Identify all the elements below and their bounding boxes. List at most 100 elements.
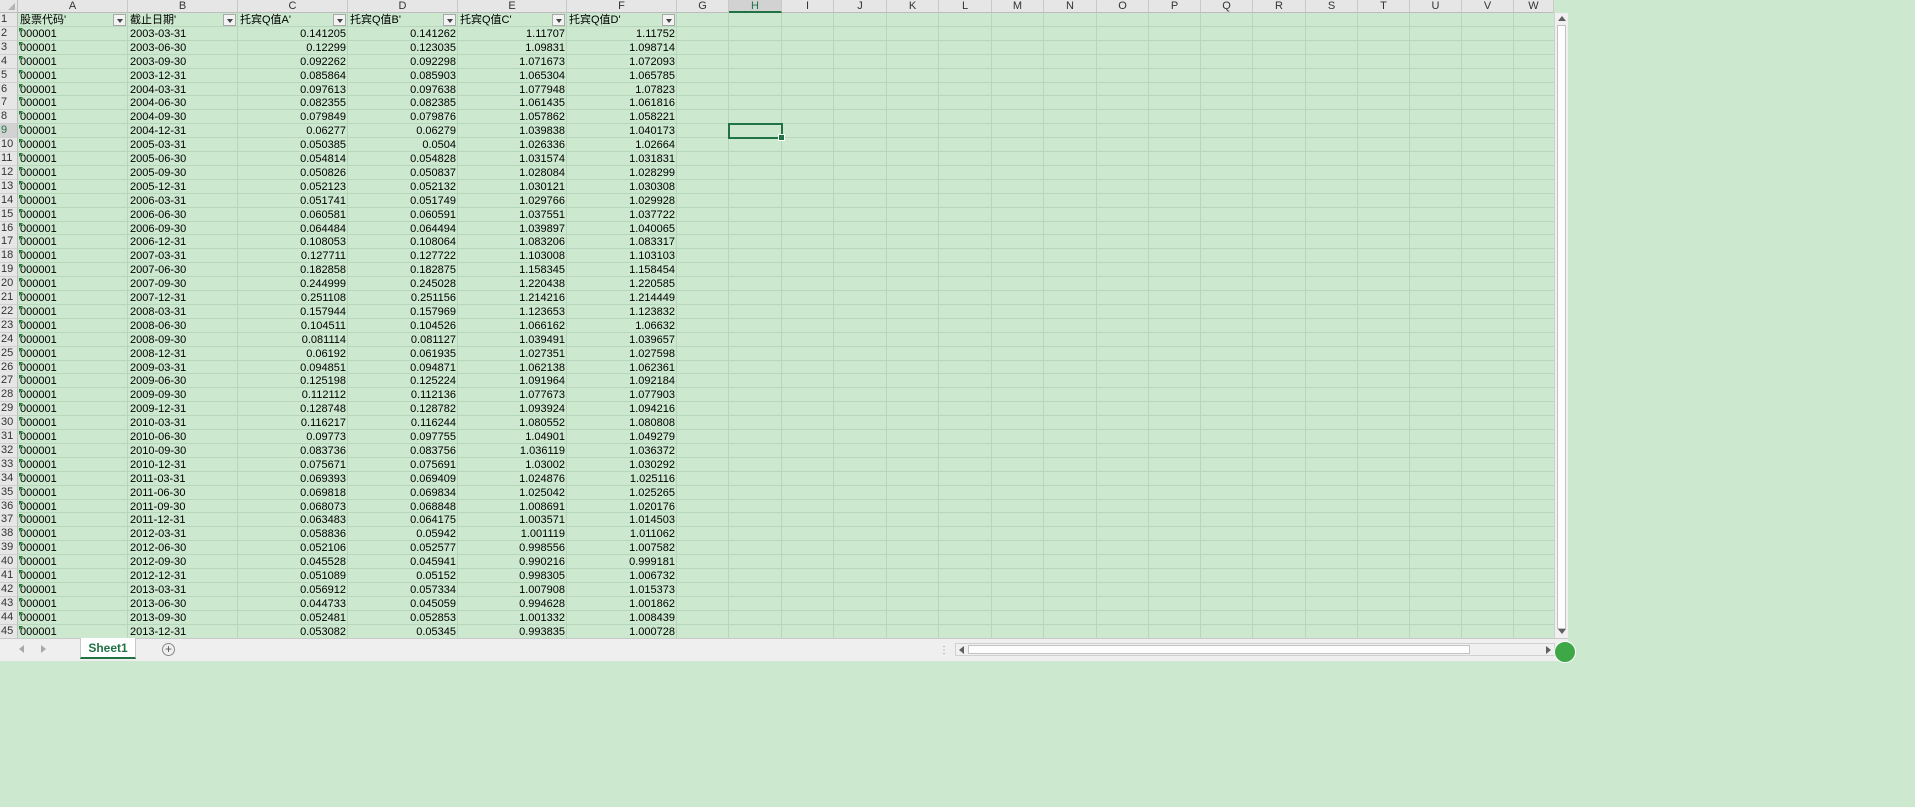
stock-code-cell[interactable]: 000001 <box>18 138 128 152</box>
tobin-q-d-cell[interactable]: 1.11752 <box>567 27 677 41</box>
tobin-q-d-cell[interactable]: 1.158454 <box>567 263 677 277</box>
tobin-q-c-cell[interactable]: 1.080552 <box>458 416 567 430</box>
date-cell[interactable]: 2004-09-30 <box>128 110 238 124</box>
tobin-q-a-cell[interactable]: 0.104511 <box>238 319 348 333</box>
tobin-q-d-cell[interactable]: 1.058221 <box>567 110 677 124</box>
stock-code-cell[interactable]: 000001 <box>18 513 128 527</box>
tobin-q-c-cell[interactable]: 1.066162 <box>458 319 567 333</box>
tobin-q-d-cell[interactable]: 1.008439 <box>567 611 677 625</box>
date-cell[interactable]: 2009-06-30 <box>128 374 238 388</box>
date-cell[interactable]: 2010-06-30 <box>128 430 238 444</box>
tobin-q-a-cell[interactable]: 0.182858 <box>238 263 348 277</box>
stock-code-cell[interactable]: 000001 <box>18 611 128 625</box>
tobin-q-d-cell[interactable]: 1.011062 <box>567 527 677 541</box>
column-header[interactable]: W <box>1514 0 1554 13</box>
stock-code-cell[interactable]: 000001 <box>18 305 128 319</box>
tobin-q-a-cell[interactable]: 0.050826 <box>238 166 348 180</box>
column-title-cell[interactable]: 托宾Q值C' <box>458 13 567 27</box>
column-header[interactable]: T <box>1358 0 1410 13</box>
date-cell[interactable]: 2010-09-30 <box>128 444 238 458</box>
date-cell[interactable]: 2011-03-31 <box>128 472 238 486</box>
tobin-q-b-cell[interactable]: 0.081127 <box>348 333 458 347</box>
stock-code-cell[interactable]: 000001 <box>18 402 128 416</box>
tobin-q-a-cell[interactable]: 0.075671 <box>238 458 348 472</box>
date-cell[interactable]: 2005-09-30 <box>128 166 238 180</box>
stock-code-cell[interactable]: 000001 <box>18 263 128 277</box>
tobin-q-d-cell[interactable]: 1.094216 <box>567 402 677 416</box>
tobin-q-b-cell[interactable]: 0.112136 <box>348 388 458 402</box>
tobin-q-c-cell[interactable]: 1.039838 <box>458 124 567 138</box>
row-header[interactable]: 1 <box>0 13 18 27</box>
tobin-q-a-cell[interactable]: 0.112112 <box>238 388 348 402</box>
column-header[interactable]: R <box>1253 0 1306 13</box>
stock-code-cell[interactable]: 000001 <box>18 110 128 124</box>
row-header[interactable]: 19 <box>0 263 18 278</box>
tobin-q-c-cell[interactable]: 1.026336 <box>458 138 567 152</box>
tobin-q-b-cell[interactable]: 0.05345 <box>348 625 458 639</box>
tobin-q-b-cell[interactable]: 0.054828 <box>348 152 458 166</box>
row-header[interactable]: 43 <box>0 596 18 611</box>
tobin-q-a-cell[interactable]: 0.06277 <box>238 124 348 138</box>
column-header[interactable]: H <box>729 0 782 13</box>
tobin-q-a-cell[interactable]: 0.085864 <box>238 69 348 83</box>
row-header[interactable]: 45 <box>0 624 18 639</box>
tobin-q-b-cell[interactable]: 0.128782 <box>348 402 458 416</box>
tobin-q-d-cell[interactable]: 1.083317 <box>567 235 677 249</box>
row-header[interactable]: 9 <box>0 124 18 139</box>
stock-code-cell[interactable]: 000001 <box>18 374 128 388</box>
tobin-q-c-cell[interactable]: 1.025042 <box>458 486 567 500</box>
tobin-q-c-cell[interactable]: 1.077948 <box>458 83 567 97</box>
tobin-q-b-cell[interactable]: 0.052132 <box>348 180 458 194</box>
row-header[interactable]: 25 <box>0 346 18 361</box>
vertical-scrollbar[interactable] <box>1554 13 1568 638</box>
tobin-q-d-cell[interactable]: 0.999181 <box>567 555 677 569</box>
tobin-q-a-cell[interactable]: 0.064484 <box>238 222 348 236</box>
date-cell[interactable]: 2012-06-30 <box>128 541 238 555</box>
tobin-q-d-cell[interactable]: 1.031831 <box>567 152 677 166</box>
column-header[interactable]: Q <box>1201 0 1253 13</box>
date-cell[interactable]: 2003-12-31 <box>128 69 238 83</box>
date-cell[interactable]: 2007-09-30 <box>128 277 238 291</box>
filter-dropdown-icon[interactable] <box>113 14 126 26</box>
stock-code-cell[interactable]: 000001 <box>18 83 128 97</box>
tobin-q-a-cell[interactable]: 0.051089 <box>238 569 348 583</box>
tobin-q-b-cell[interactable]: 0.097638 <box>348 83 458 97</box>
tobin-q-b-cell[interactable]: 0.079876 <box>348 110 458 124</box>
tobin-q-d-cell[interactable]: 1.040173 <box>567 124 677 138</box>
tobin-q-c-cell[interactable]: 1.158345 <box>458 263 567 277</box>
stock-code-cell[interactable]: 000001 <box>18 96 128 110</box>
row-header[interactable]: 44 <box>0 610 18 625</box>
stock-code-cell[interactable]: 000001 <box>18 333 128 347</box>
row-header[interactable]: 7 <box>0 96 18 111</box>
tobin-q-b-cell[interactable]: 0.05152 <box>348 569 458 583</box>
tobin-q-c-cell[interactable]: 1.220438 <box>458 277 567 291</box>
tobin-q-d-cell[interactable]: 1.025116 <box>567 472 677 486</box>
tobin-q-b-cell[interactable]: 0.116244 <box>348 416 458 430</box>
column-header[interactable]: F <box>567 0 677 13</box>
stock-code-cell[interactable]: 000001 <box>18 277 128 291</box>
tobin-q-b-cell[interactable]: 0.057334 <box>348 583 458 597</box>
column-title-cell[interactable]: 截止日期' <box>128 13 238 27</box>
date-cell[interactable]: 2013-12-31 <box>128 625 238 639</box>
stock-code-cell[interactable]: 000001 <box>18 361 128 375</box>
tobin-q-b-cell[interactable]: 0.075691 <box>348 458 458 472</box>
tobin-q-d-cell[interactable]: 1.02664 <box>567 138 677 152</box>
tobin-q-b-cell[interactable]: 0.108064 <box>348 235 458 249</box>
tobin-q-a-cell[interactable]: 0.079849 <box>238 110 348 124</box>
column-header[interactable]: V <box>1462 0 1514 13</box>
row-header[interactable]: 10 <box>0 138 18 153</box>
stock-code-cell[interactable]: 000001 <box>18 124 128 138</box>
tobin-q-a-cell[interactable]: 0.128748 <box>238 402 348 416</box>
row-header[interactable]: 31 <box>0 430 18 444</box>
horizontal-scrollbar[interactable] <box>955 643 1555 656</box>
date-cell[interactable]: 2009-12-31 <box>128 402 238 416</box>
tobin-q-b-cell[interactable]: 0.045059 <box>348 597 458 611</box>
tobin-q-d-cell[interactable]: 1.080808 <box>567 416 677 430</box>
tobin-q-c-cell[interactable]: 1.077673 <box>458 388 567 402</box>
stock-code-cell[interactable]: 000001 <box>18 27 128 41</box>
tobin-q-b-cell[interactable]: 0.069409 <box>348 472 458 486</box>
horizontal-scroll-thumb[interactable] <box>968 645 1470 654</box>
date-cell[interactable]: 2013-06-30 <box>128 597 238 611</box>
tobin-q-b-cell[interactable]: 0.157969 <box>348 305 458 319</box>
tobin-q-c-cell[interactable]: 1.214216 <box>458 291 567 305</box>
